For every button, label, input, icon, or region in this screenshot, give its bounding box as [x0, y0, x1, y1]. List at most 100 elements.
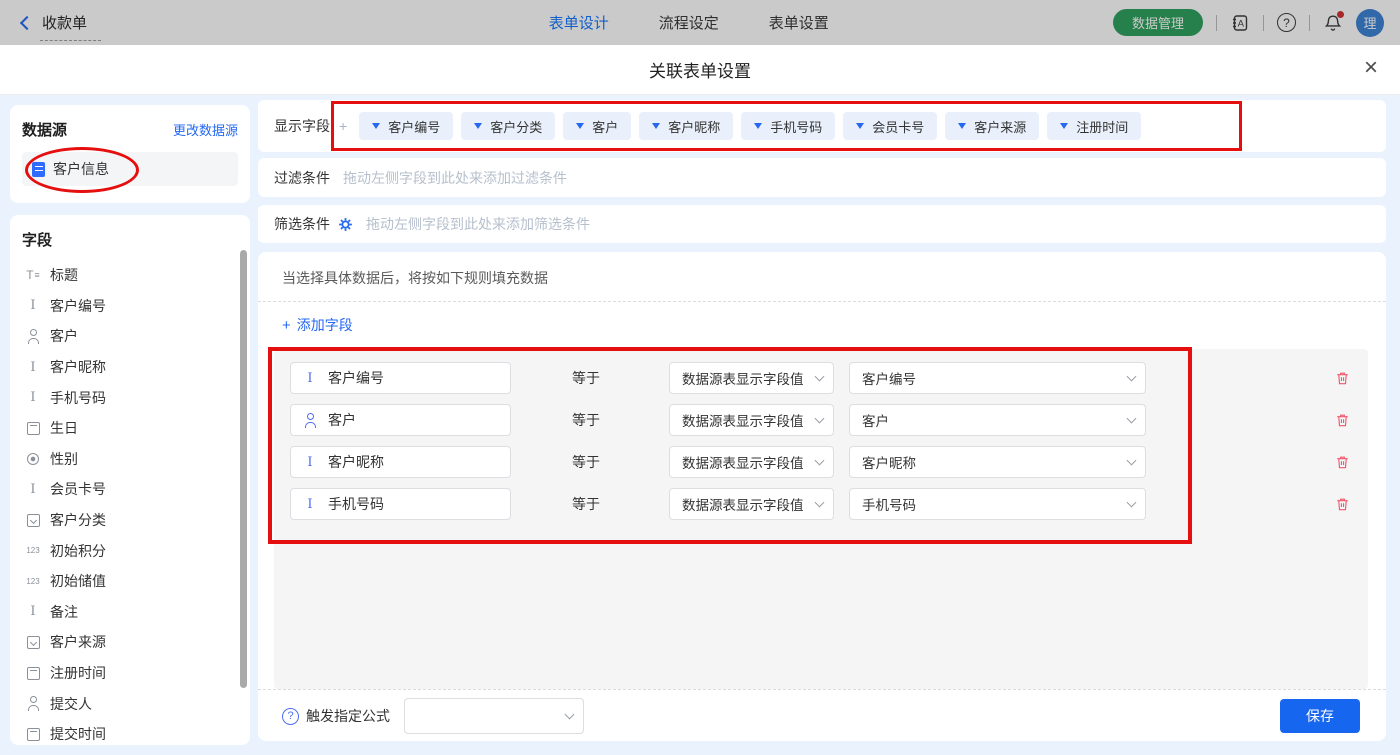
modal-title: 关联表单设置 [649, 57, 751, 82]
field-item[interactable]: 标题 [22, 260, 250, 291]
field-item[interactable]: 客户来源 [22, 627, 250, 658]
help-circle-icon[interactable]: ? [282, 708, 299, 725]
datasource-item[interactable]: 客户信息 [22, 152, 238, 186]
calendar-icon [24, 727, 42, 742]
save-button[interactable]: 保存 [1280, 699, 1360, 733]
rules-panel: 客户编号 等于 数据源表显示字段值 客户编号 [274, 349, 1368, 689]
operator-label: 等于 [572, 452, 602, 472]
source-type-dropdown[interactable]: 数据源表显示字段值 [669, 362, 834, 394]
text-icon [24, 298, 42, 313]
operator-label: 等于 [572, 494, 602, 514]
fields-list: 标题 客户编号 客户 客户昵称 手机号码 生日 性别 会员卡号 客户分类 初始积… [22, 260, 250, 745]
text-icon [24, 604, 42, 619]
delete-rule-icon[interactable] [1335, 454, 1350, 470]
tab-form-setting[interactable]: 表单设置 [769, 12, 829, 33]
chevron-down-icon [815, 455, 825, 465]
display-field-chip[interactable]: 客户分类 [461, 112, 555, 140]
operator-label: 等于 [572, 368, 602, 388]
dropdown-triangle-icon [652, 123, 660, 129]
display-fields-label: 显示字段 [274, 116, 330, 136]
form-document-icon [32, 162, 45, 177]
display-field-chip[interactable]: 会员卡号 [843, 112, 937, 140]
data-manage-button[interactable]: 数据管理 [1113, 9, 1203, 36]
rule-field-box[interactable]: 客户 [290, 404, 511, 436]
chevron-down-icon [1127, 413, 1137, 423]
datasource-title: 数据源 [22, 119, 67, 140]
text-icon [301, 497, 319, 512]
dropdown-triangle-icon [474, 123, 482, 129]
change-datasource-link[interactable]: 更改数据源 [173, 120, 238, 139]
field-item[interactable]: 提交人 [22, 688, 250, 719]
delete-rule-icon[interactable] [1335, 412, 1350, 428]
divider [1263, 15, 1264, 31]
divider [258, 301, 1386, 302]
field-item[interactable]: 性别 [22, 444, 250, 475]
display-field-chip[interactable]: 客户编号 [359, 112, 453, 140]
rule-row: 客户编号 等于 数据源表显示字段值 客户编号 [290, 362, 1368, 394]
sift-condition-row[interactable]: 筛选条件 拖动左侧字段到此处来添加筛选条件 [258, 205, 1386, 243]
field-item[interactable]: 客户编号 [22, 291, 250, 322]
source-field-dropdown[interactable]: 手机号码 [849, 488, 1146, 520]
delete-rule-icon[interactable] [1335, 496, 1350, 512]
rule-field-box[interactable]: 客户编号 [290, 362, 511, 394]
source-type-dropdown[interactable]: 数据源表显示字段值 [669, 446, 834, 478]
text-icon [24, 390, 42, 405]
rule-row: 手机号码 等于 数据源表显示字段值 手机号码 [290, 488, 1368, 520]
field-item[interactable]: 会员卡号 [22, 474, 250, 505]
display-field-chip[interactable]: 客户来源 [945, 112, 1039, 140]
field-item[interactable]: 注册时间 [22, 658, 250, 689]
dropdown-triangle-icon [958, 123, 966, 129]
source-field-dropdown[interactable]: 客户编号 [849, 362, 1146, 394]
source-type-dropdown[interactable]: 数据源表显示字段值 [669, 488, 834, 520]
source-type-dropdown[interactable]: 数据源表显示字段值 [669, 404, 834, 436]
display-field-chips: 客户编号 客户分类 客户 客户昵称 手机号码 会员卡号 客户来源 注册时间 [359, 112, 1141, 140]
dropdown-triangle-icon [856, 123, 864, 129]
operator-label: 等于 [572, 410, 602, 430]
trigger-formula-label: 触发指定公式 [306, 706, 390, 726]
field-item[interactable]: 生日 [22, 413, 250, 444]
sift-condition-label: 筛选条件 [274, 214, 330, 234]
bell-icon[interactable] [1323, 13, 1343, 33]
rule-field-box[interactable]: 客户昵称 [290, 446, 511, 478]
rule-field-box[interactable]: 手机号码 [290, 488, 511, 520]
add-display-field-icon[interactable]: + [339, 118, 347, 134]
display-field-chip[interactable]: 注册时间 [1047, 112, 1141, 140]
filter-condition-row[interactable]: 过滤条件 拖动左侧字段到此处来添加过滤条件 [258, 158, 1386, 197]
trigger-formula-dropdown[interactable] [404, 698, 584, 734]
add-field-button[interactable]: + 添加字段 [282, 315, 353, 335]
field-item[interactable]: 初始储值 [22, 566, 250, 597]
close-icon[interactable]: × [1364, 56, 1378, 80]
person-icon [24, 696, 42, 711]
field-item[interactable]: 备注 [22, 597, 250, 628]
filter-placeholder: 拖动左侧字段到此处来添加过滤条件 [343, 168, 567, 188]
dropdown-triangle-icon [754, 123, 762, 129]
scrollbar[interactable] [240, 250, 247, 688]
field-item[interactable]: 客户 [22, 321, 250, 352]
field-item[interactable]: 手机号码 [22, 382, 250, 413]
field-item[interactable]: 客户昵称 [22, 352, 250, 383]
field-item[interactable]: 初始积分 [22, 535, 250, 566]
display-fields-row: 显示字段 + 客户编号 客户分类 客户 客户昵称 手机号码 会员卡号 客户来源 … [258, 100, 1386, 152]
calendar-icon [24, 421, 42, 436]
source-field-dropdown[interactable]: 客户 [849, 404, 1146, 436]
display-field-chip[interactable]: 手机号码 [741, 112, 835, 140]
display-field-chip[interactable]: 客户 [563, 112, 631, 140]
tab-form-design[interactable]: 表单设计 [549, 12, 609, 33]
divider [1309, 15, 1310, 31]
display-field-chip[interactable]: 客户昵称 [639, 112, 733, 140]
source-field-dropdown[interactable]: 客户昵称 [849, 446, 1146, 478]
dropdown-triangle-icon [576, 123, 584, 129]
text-icon [301, 455, 319, 470]
text-icon [301, 371, 319, 386]
translate-icon[interactable]: A [1230, 13, 1250, 33]
number-icon [24, 543, 42, 558]
fill-rules-card: 当选择具体数据后，将按如下规则填充数据 + 添加字段 客户编号 等于 数据源表显… [258, 252, 1386, 741]
tab-flow-setting[interactable]: 流程设定 [659, 12, 719, 33]
avatar[interactable]: 理 [1356, 9, 1384, 37]
help-icon[interactable]: ? [1277, 13, 1296, 32]
delete-rule-icon[interactable] [1335, 370, 1350, 386]
field-item[interactable]: 提交时间 [22, 719, 250, 745]
gear-icon[interactable] [338, 217, 353, 232]
back-button[interactable]: 收款单 [16, 12, 87, 33]
field-item[interactable]: 客户分类 [22, 505, 250, 536]
